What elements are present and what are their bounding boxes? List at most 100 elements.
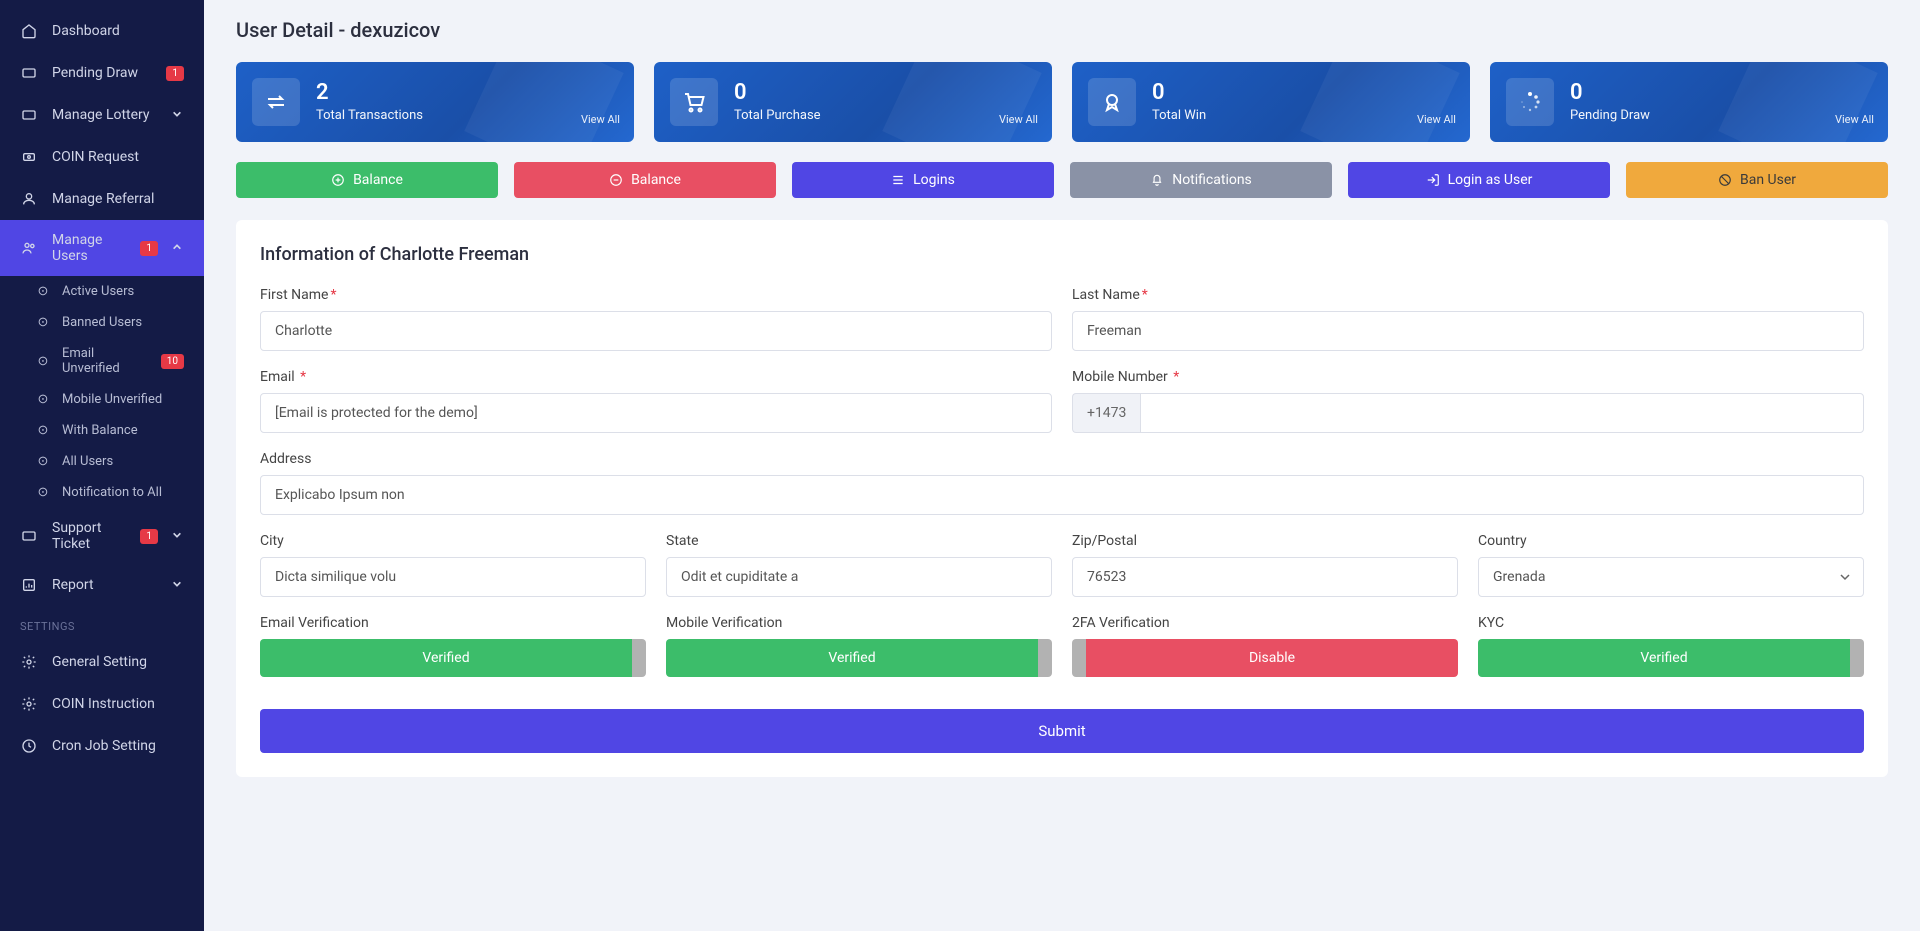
sidebar-badge: 1 (166, 66, 184, 81)
cart-icon (670, 78, 718, 126)
zip-label: Zip/Postal (1072, 533, 1458, 549)
main-content: User Detail - dexuzicov 2Total Transacti… (204, 0, 1920, 931)
sidebar-item-coin-request[interactable]: COIN Request (0, 136, 204, 178)
sidebar-sub-all-users[interactable]: ⊙All Users (0, 446, 204, 477)
logins-button[interactable]: Logins (792, 162, 1054, 198)
report-icon (20, 576, 38, 594)
sidebar-item-manage-referral[interactable]: Manage Referral (0, 178, 204, 220)
last-name-label: Last Name* (1072, 287, 1864, 303)
sidebar-item-coin-instruction[interactable]: COIN Instruction (0, 683, 204, 725)
city-label: City (260, 533, 646, 549)
sidebar-item-report[interactable]: Report (0, 564, 204, 606)
sidebar-label: COIN Request (52, 149, 184, 165)
address-input[interactable] (260, 475, 1864, 515)
login-as-user-button[interactable]: Login as User (1348, 162, 1610, 198)
sidebar-badge: 10 (161, 354, 184, 369)
view-all-link[interactable]: View All (1417, 113, 1456, 126)
sidebar-sub-mobile-unverified[interactable]: ⊙Mobile Unverified (0, 384, 204, 415)
circle-icon: ⊙ (36, 316, 50, 330)
chevron-down-icon (172, 579, 184, 591)
toggle-handle (1072, 639, 1086, 677)
stat-purchase: 0Total Purchase View All (654, 62, 1052, 142)
sidebar-sub-notification-all[interactable]: ⊙Notification to All (0, 477, 204, 508)
sidebar-label: General Setting (52, 654, 184, 670)
ticket-icon (20, 527, 38, 545)
sidebar-label: Manage Users (52, 232, 126, 264)
stat-pending-draw: 0Pending Draw View All (1490, 62, 1888, 142)
toggle-handle (1850, 639, 1864, 677)
zip-input[interactable] (1072, 557, 1458, 597)
sidebar-sub-with-balance[interactable]: ⊙With Balance (0, 415, 204, 446)
sidebar-label: Pending Draw (52, 65, 152, 81)
country-select[interactable]: Grenada (1478, 557, 1864, 597)
email-input[interactable] (260, 393, 1052, 433)
sidebar-badge: 1 (140, 241, 158, 256)
address-label: Address (260, 451, 1864, 467)
ban-user-button[interactable]: Ban User (1626, 162, 1888, 198)
mobile-label: Mobile Number * (1072, 369, 1864, 385)
sidebar-label: Support Ticket (52, 520, 126, 552)
circle-icon: ⊙ (36, 393, 50, 407)
add-balance-button[interactable]: Balance (236, 162, 498, 198)
sidebar-item-general-setting[interactable]: General Setting (0, 641, 204, 683)
sidebar-item-dashboard[interactable]: Dashboard (0, 10, 204, 52)
email-label: Email * (260, 369, 1052, 385)
sidebar-settings-heading: SETTINGS (0, 606, 204, 641)
sidebar-item-pending-draw[interactable]: Pending Draw 1 (0, 52, 204, 94)
mobile-ver-toggle[interactable]: Verified (666, 639, 1052, 677)
sidebar-label: Manage Lottery (52, 107, 158, 123)
first-name-label: First Name* (260, 287, 1052, 303)
email-ver-label: Email Verification (260, 615, 646, 631)
city-input[interactable] (260, 557, 646, 597)
coin-icon (20, 148, 38, 166)
home-icon (20, 22, 38, 40)
circle-icon: ⊙ (36, 486, 50, 500)
twofa-toggle[interactable]: Disable (1072, 639, 1458, 677)
submit-button[interactable]: Submit (260, 709, 1864, 753)
sidebar-sub-email-unverified[interactable]: ⊙Email Unverified10 (0, 338, 204, 384)
sidebar-label: Manage Referral (52, 191, 184, 207)
subtract-balance-button[interactable]: Balance (514, 162, 776, 198)
stat-transactions: 2Total Transactions View All (236, 62, 634, 142)
notifications-button[interactable]: Notifications (1070, 162, 1332, 198)
chevron-down-icon (172, 109, 184, 121)
view-all-link[interactable]: View All (999, 113, 1038, 126)
users-icon (20, 239, 38, 257)
state-input[interactable] (666, 557, 1052, 597)
mobile-input[interactable] (1140, 393, 1864, 433)
sidebar-badge: 1 (140, 529, 158, 544)
user-icon (20, 190, 38, 208)
kyc-toggle[interactable]: Verified (1478, 639, 1864, 677)
sidebar-item-manage-lottery[interactable]: Manage Lottery (0, 94, 204, 136)
sidebar-item-support-ticket[interactable]: Support Ticket 1 (0, 508, 204, 564)
stat-win: 0Total Win View All (1072, 62, 1470, 142)
circle-icon: ⊙ (36, 424, 50, 438)
stats-row: 2Total Transactions View All 0Total Purc… (236, 62, 1888, 142)
page-title: User Detail - dexuzicov (236, 18, 1888, 42)
mobile-prefix: +1473 (1072, 393, 1140, 433)
clock-icon (20, 737, 38, 755)
state-label: State (666, 533, 1052, 549)
country-label: Country (1478, 533, 1864, 549)
sidebar-item-cron-job[interactable]: Cron Job Setting (0, 725, 204, 767)
view-all-link[interactable]: View All (1835, 113, 1874, 126)
sidebar-label: Report (52, 577, 158, 593)
sidebar-sub-banned-users[interactable]: ⊙Banned Users (0, 307, 204, 338)
sidebar-sub-active-users[interactable]: ⊙Active Users (0, 276, 204, 307)
circle-icon: ⊙ (36, 354, 50, 368)
sidebar-item-manage-users[interactable]: Manage Users 1 (0, 220, 204, 276)
ticket-icon (20, 64, 38, 82)
sidebar-label: COIN Instruction (52, 696, 184, 712)
email-ver-toggle[interactable]: Verified (260, 639, 646, 677)
last-name-input[interactable] (1072, 311, 1864, 351)
view-all-link[interactable]: View All (581, 113, 620, 126)
ticket-icon (20, 106, 38, 124)
chevron-down-icon (172, 530, 184, 542)
mobile-ver-label: Mobile Verification (666, 615, 1052, 631)
first-name-input[interactable] (260, 311, 1052, 351)
toggle-handle (632, 639, 646, 677)
circle-icon: ⊙ (36, 455, 50, 469)
sidebar: Dashboard Pending Draw 1 Manage Lottery … (0, 0, 204, 931)
actions-row: Balance Balance Logins Notifications Log… (236, 162, 1888, 198)
user-info-card: Information of Charlotte Freeman First N… (236, 220, 1888, 777)
